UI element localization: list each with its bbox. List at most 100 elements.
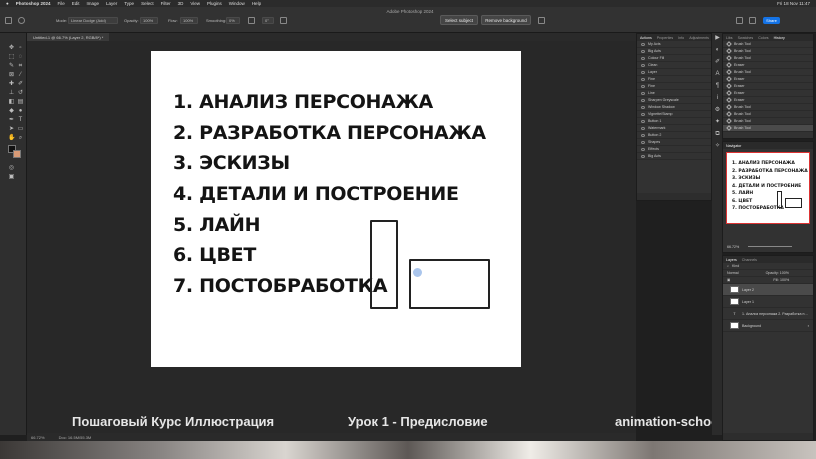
search-icon[interactable]: ⌕ (727, 264, 729, 268)
action-row[interactable]: Line (637, 90, 711, 97)
layer-row[interactable]: Layer 1 (723, 296, 813, 308)
checkbox-icon[interactable] (641, 147, 645, 151)
more-icon[interactable] (538, 17, 545, 24)
healing-tool-icon[interactable]: ✚ (8, 81, 15, 88)
artboard-canvas[interactable]: 1. АНАЛИЗ ПЕРСОНАЖА 2. РАЗРАБОТКА ПЕРСОН… (151, 51, 521, 367)
history-row[interactable]: Eraser (723, 83, 813, 90)
tab-info[interactable]: Info (678, 36, 684, 40)
glyph-icon[interactable]: ✦ (714, 119, 721, 126)
lock-icon[interactable]: ▣ (727, 278, 730, 282)
clone-source-icon[interactable]: ⧉ (714, 131, 721, 138)
tool-presets-icon[interactable]: ✧ (714, 143, 721, 150)
navigator-zoom-slider[interactable] (748, 246, 793, 247)
action-row[interactable]: Sharpen Greyscale (637, 97, 711, 104)
remove-background-button[interactable]: Remove background (481, 15, 531, 25)
history-row[interactable]: Brush Tool (723, 125, 813, 132)
checkbox-icon[interactable] (641, 112, 645, 116)
checkbox-icon[interactable] (641, 91, 645, 95)
action-row[interactable]: Watermark (637, 125, 711, 132)
gear-icon[interactable]: ⚙ (714, 107, 721, 114)
eyedropper-tool-icon[interactable]: ⁄ (17, 72, 24, 79)
menu-edit[interactable]: Edit (72, 1, 80, 6)
tab-libraries[interactable]: Libs (726, 36, 733, 40)
adjust-icon[interactable]: ◐ (714, 47, 721, 54)
move-tool-icon[interactable]: ✥ (8, 45, 15, 52)
layer-opacity[interactable]: Opacity: 100% (766, 271, 789, 275)
history-row[interactable]: Brush Tool (723, 48, 813, 55)
action-row[interactable]: Clean (637, 62, 711, 69)
action-row[interactable]: Big Acts (637, 153, 711, 160)
action-row[interactable]: Colour Fill (637, 55, 711, 62)
tab-history[interactable]: History (774, 36, 785, 40)
history-row[interactable]: Brush Tool (723, 55, 813, 62)
checkbox-icon[interactable] (641, 77, 645, 81)
menu-select[interactable]: Select (141, 1, 154, 6)
menu-plugins[interactable]: Plugins (207, 1, 222, 6)
zoom-level[interactable]: 66.72% (31, 435, 45, 440)
menu-view[interactable]: View (190, 1, 200, 6)
lasso-tool-icon[interactable]: ◌ (17, 54, 24, 61)
action-row[interactable]: Layer (637, 69, 711, 76)
action-row[interactable]: Effects (637, 146, 711, 153)
action-row[interactable]: Shapes (637, 139, 711, 146)
artboard-tool-icon[interactable]: ▫ (17, 45, 24, 52)
play-icon[interactable]: ▶ (714, 35, 721, 42)
checkbox-icon[interactable] (641, 56, 645, 60)
history-row[interactable]: Brush Tool (723, 111, 813, 118)
crop-tool-icon[interactable]: ⌗ (17, 63, 24, 70)
menu-filter[interactable]: Filter (161, 1, 171, 6)
blend-mode-dropdown[interactable]: Normal (727, 271, 739, 275)
apple-icon[interactable]: ● (6, 1, 9, 6)
settings-gear-icon[interactable] (248, 17, 255, 24)
hand-tool-icon[interactable]: ✋ (8, 135, 15, 142)
history-row[interactable]: Brush Tool (723, 41, 813, 48)
tab-actions[interactable]: Actions (640, 36, 652, 40)
pen-tool-icon[interactable]: ✒ (8, 117, 15, 124)
layer-row[interactable]: T 1. Анализ персонажа 2. Разработка персо… (723, 308, 813, 320)
tab-navigator[interactable]: Navigator (726, 144, 741, 148)
share-button[interactable]: Share (763, 17, 780, 24)
flow-field[interactable]: 100% (180, 17, 198, 24)
checkbox-icon[interactable] (641, 119, 645, 123)
brush-settings-icon[interactable]: ✐ (714, 59, 721, 66)
checkbox-icon[interactable] (641, 84, 645, 88)
info-icon[interactable]: i (714, 95, 721, 102)
checkbox-icon[interactable] (641, 42, 645, 46)
opacity-field[interactable]: 100% (140, 17, 158, 24)
brush-preset-icon[interactable] (18, 17, 25, 24)
layer-row[interactable]: Background ▪ (723, 320, 813, 332)
tab-properties[interactable]: Properties (657, 36, 673, 40)
layer-fill[interactable]: Fill: 100% (773, 278, 789, 282)
smoothing-field[interactable]: 0% (226, 17, 240, 24)
tab-adjustments[interactable]: Adjustments (689, 36, 709, 40)
gradient-tool-icon[interactable]: ▤ (17, 99, 24, 106)
history-row[interactable]: Brush Tool (723, 69, 813, 76)
search-icon[interactable] (736, 17, 743, 24)
menu-window[interactable]: Window (229, 1, 245, 6)
action-row[interactable]: Button 1 (637, 118, 711, 125)
tab-swatches[interactable]: Swatches (738, 36, 754, 40)
checkbox-icon[interactable] (641, 105, 645, 109)
pressure-icon[interactable] (280, 17, 287, 24)
quick-select-tool-icon[interactable]: ✎ (8, 63, 15, 70)
quick-mask-icon[interactable]: ◎ (8, 165, 15, 172)
app-menu[interactable]: Photoshop 2024 (16, 1, 51, 6)
frame-tool-icon[interactable]: ⊠ (8, 72, 15, 79)
angle-field[interactable]: 0° (262, 17, 274, 24)
background-color-swatch[interactable] (13, 150, 21, 158)
layer-row[interactable]: Layer 2 (723, 284, 813, 296)
history-row[interactable]: Eraser (723, 97, 813, 104)
history-row[interactable]: Brush Tool (723, 118, 813, 125)
navigator-preview[interactable]: 1. АНАЛИЗ ПЕРСОНАЖА 2. РАЗРАБОТКА ПЕРСОН… (726, 152, 810, 224)
checkbox-icon[interactable] (641, 63, 645, 67)
menu-3d[interactable]: 3D (178, 1, 184, 6)
menu-help[interactable]: Help (252, 1, 261, 6)
character-icon[interactable]: A (714, 71, 721, 78)
document-tab[interactable]: Untitled-1 @ 66.7% (Layer 2, RGB/8*) * (27, 33, 110, 41)
paragraph-icon[interactable]: ¶ (714, 83, 721, 90)
tab-layers[interactable]: Layers (726, 258, 737, 262)
menu-layer[interactable]: Layer (106, 1, 117, 6)
kind-filter[interactable]: Kind (732, 264, 739, 268)
dodge-tool-icon[interactable]: ● (17, 108, 24, 115)
menu-type[interactable]: Type (124, 1, 134, 6)
